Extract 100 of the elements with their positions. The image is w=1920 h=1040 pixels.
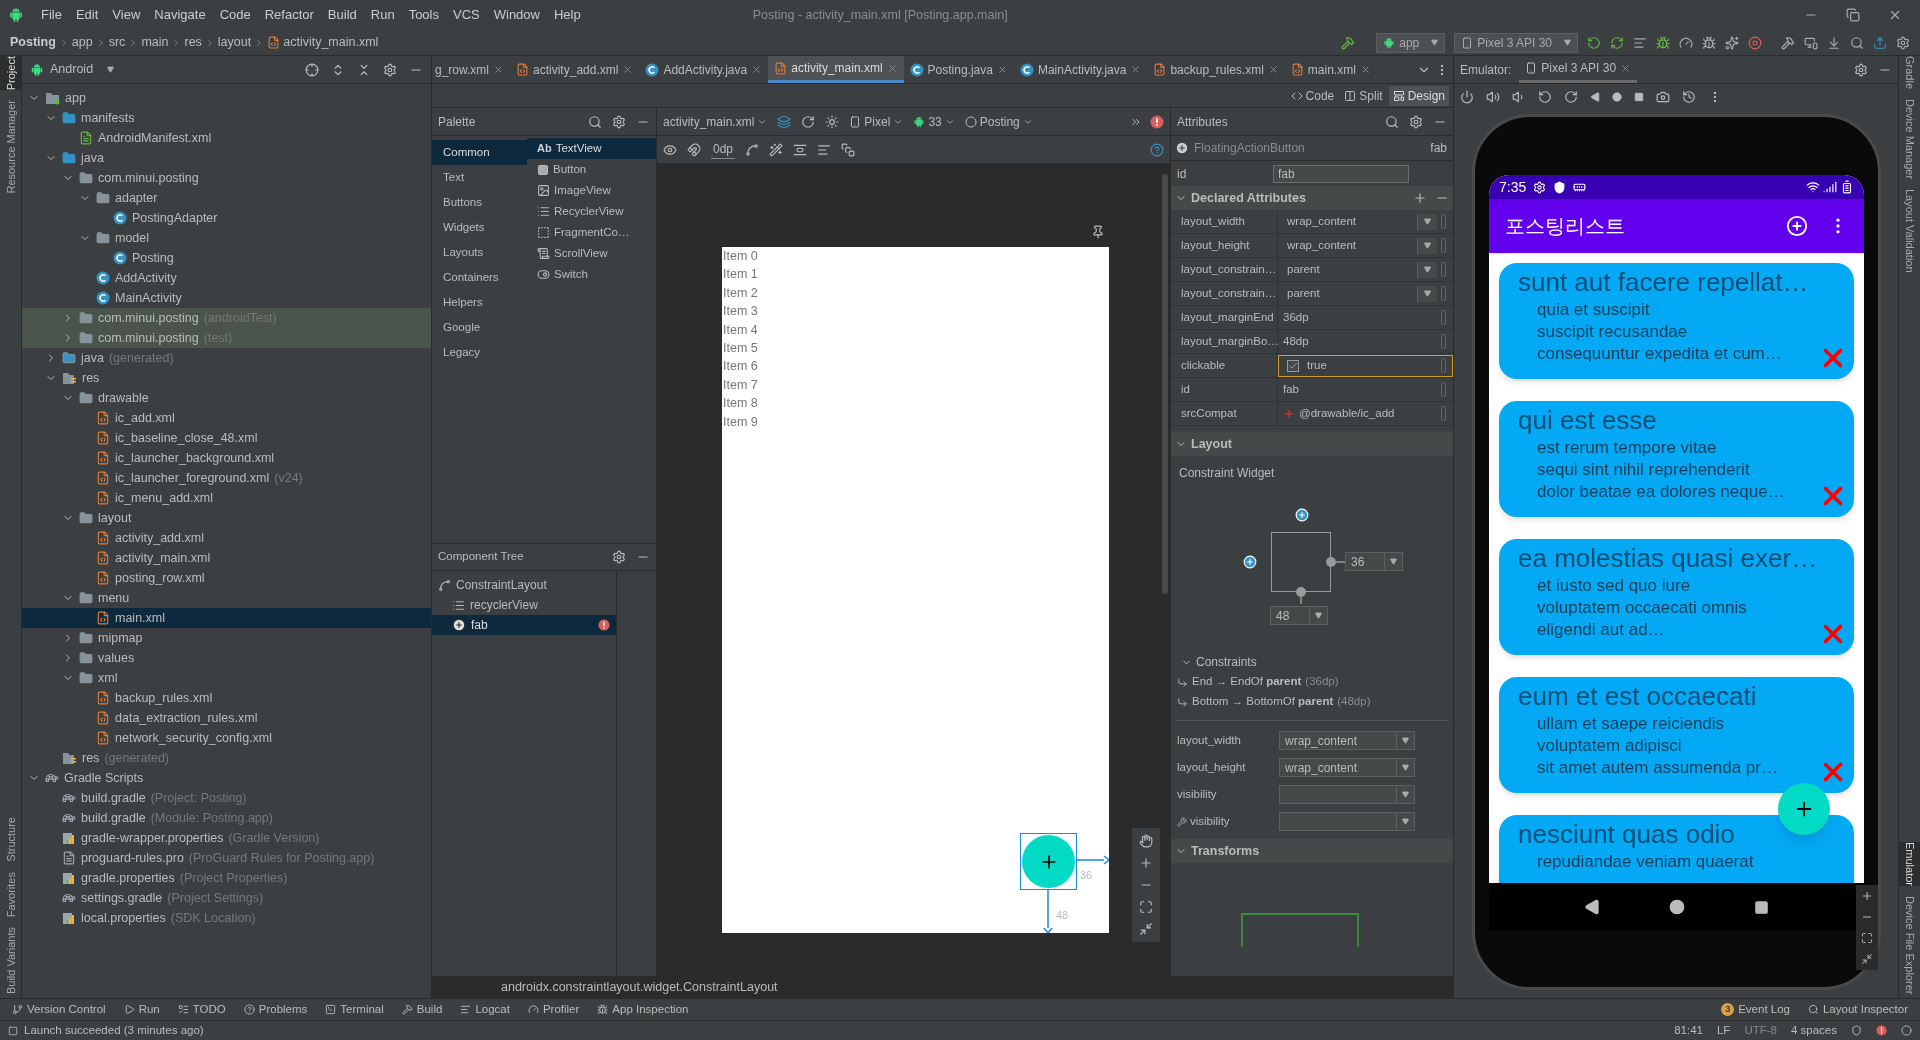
tree-item[interactable]: PostingAdapter (22, 208, 431, 228)
tool-window-button[interactable]: Resource Manager (0, 100, 22, 194)
attribute-value[interactable]: wrap_content (1283, 212, 1413, 231)
attribute-value[interactable]: fab (1283, 380, 1437, 399)
menu-title[interactable]: Build (320, 5, 364, 25)
palette-item[interactable]: RecyclerView (527, 201, 656, 222)
menu-title[interactable]: File (34, 5, 69, 25)
tree-item[interactable]: res (generated) (22, 748, 431, 768)
palette-category[interactable]: Legacy (432, 340, 527, 365)
tree-item[interactable]: res (22, 368, 431, 388)
breadcrumb[interactable]: layout (217, 33, 252, 52)
dropdown-field[interactable]: wrap_content (1279, 731, 1415, 750)
attribute-value[interactable]: true (1307, 356, 1327, 375)
palette-category[interactable]: Text (432, 165, 527, 190)
attribute-value[interactable]: parent (1283, 284, 1413, 303)
tree-item[interactable]: gradle-wrapper.properties (Gradle Version) (22, 828, 431, 848)
editor-tab[interactable]: AddActivity.java (639, 56, 769, 83)
tool-window-button[interactable]: Build Variants (0, 926, 22, 994)
tree-item[interactable]: layout (22, 508, 431, 528)
attribute-value-cell[interactable]: parent (1278, 282, 1453, 305)
tree-item[interactable]: com.minui.posting (22, 168, 431, 188)
menu-title[interactable]: Refactor (257, 5, 321, 25)
palette-category[interactable]: Containers (432, 265, 527, 290)
section-header[interactable]: Layout (1171, 432, 1453, 456)
menu-title[interactable]: VCS (446, 5, 487, 25)
tool-window-button[interactable]: Terminal (325, 1000, 384, 1019)
post-card[interactable]: ea molestias quasi exer… et iusto sed quo iure voluptatem occaecati omnis eligendi aut ad… (1499, 539, 1854, 655)
tree-item[interactable]: Posting (22, 248, 431, 268)
breadcrumb[interactable]: app (71, 33, 93, 52)
tree-item[interactable]: xml (22, 668, 431, 688)
tool-window-button[interactable]: TODO (177, 1000, 226, 1019)
dropdown-field[interactable]: 48 (1270, 606, 1328, 625)
attribute-value-cell[interactable]: 48dp (1278, 330, 1453, 353)
tool-window-button[interactable]: Problems (243, 1000, 308, 1019)
api-level-dropdown[interactable]: 33 (913, 112, 955, 131)
tool-window-button[interactable]: Gradle (1899, 56, 1920, 90)
breadcrumb[interactable]: res (184, 33, 202, 52)
palette-category[interactable]: Widgets (432, 215, 527, 240)
menu-title[interactable]: View (105, 5, 148, 25)
tree-item[interactable]: mipmap (22, 628, 431, 648)
attribute-value[interactable]: parent (1283, 260, 1413, 279)
editor-tab[interactable]: activity_add.xml (510, 56, 640, 83)
attribute-value-cell[interactable]: wrap_content (1278, 234, 1453, 257)
editor-tab[interactable]: g_row.xml (432, 56, 511, 83)
breadcrumb[interactable]: Posting (10, 33, 56, 52)
tree-item[interactable]: data_extraction_rules.xml (22, 708, 431, 728)
breadcrumb[interactable]: src (108, 33, 126, 52)
device-dropdown[interactable]: Pixel 3 API 30 (1454, 32, 1578, 53)
dropdown-field[interactable]: 36 (1345, 552, 1403, 571)
project-view-dropdown[interactable]: Android (50, 60, 115, 79)
palette-item[interactable]: ImageView (527, 180, 656, 201)
menu-title[interactable]: Help (546, 5, 588, 25)
tree-item[interactable]: MainActivity (22, 288, 431, 308)
palette-item[interactable]: FragmentCo… (527, 222, 656, 243)
palette-item[interactable]: Button (527, 159, 656, 180)
view-mode-button[interactable]: Design (1388, 85, 1449, 106)
breadcrumb[interactable]: activity_main.xml (267, 33, 379, 52)
default-margin-dropdown[interactable]: 0dp (711, 140, 736, 159)
device-dropdown[interactable]: Pixel (849, 112, 904, 131)
tree-item[interactable]: proguard-rules.pro (ProGuard Rules for Posting.app) (22, 848, 431, 868)
tree-item[interactable]: java (generated) (22, 348, 431, 368)
palette-category[interactable]: Common (432, 140, 527, 165)
tree-item[interactable]: ic_add.xml (22, 408, 431, 428)
attribute-value[interactable]: @drawable/ic_add (1299, 404, 1437, 423)
post-card[interactable]: nesciunt quas odio repudiandae veniam quaerat (1499, 815, 1854, 883)
attribute-value[interactable]: wrap_content (1283, 236, 1413, 255)
palette-category[interactable]: Layouts (432, 240, 527, 265)
tree-item[interactable]: menu (22, 588, 431, 608)
tree-item[interactable]: activity_main.xml (22, 548, 431, 568)
tree-item[interactable]: network_security_config.xml (22, 728, 431, 748)
tree-item[interactable]: activity_add.xml (22, 528, 431, 548)
tool-window-button[interactable]: 3 Event Log (1721, 1000, 1790, 1019)
layout-file-dropdown[interactable]: activity_main.xml (663, 112, 768, 131)
palette-item[interactable]: ScrollView (527, 243, 656, 264)
tree-item[interactable]: model (22, 228, 431, 248)
tree-item[interactable]: drawable (22, 388, 431, 408)
emulator-tab[interactable]: Pixel 3 API 30 (1519, 56, 1638, 83)
palette-item[interactable]: Ab TextView (527, 138, 656, 159)
tree-item[interactable]: Gradle Scripts (22, 768, 431, 788)
editor-tab[interactable]: main.xml (1284, 56, 1377, 83)
tree-item[interactable]: values (22, 648, 431, 668)
attribute-value-cell[interactable]: true (1278, 354, 1453, 377)
tree-item[interactable]: ic_launcher_background.xml (22, 448, 431, 468)
menu-title[interactable]: Tools (401, 5, 446, 25)
menu-title[interactable]: Window (486, 5, 547, 25)
tree-item[interactable]: ic_baseline_close_48.xml (22, 428, 431, 448)
dropdown-field[interactable]: wrap_content (1279, 758, 1415, 777)
attribute-value[interactable]: 48dp (1283, 332, 1437, 351)
tool-window-button[interactable]: App Inspection (597, 1000, 689, 1019)
tool-window-button[interactable]: Structure (0, 817, 22, 862)
palette-item[interactable]: Switch (527, 264, 656, 285)
component-tree-item[interactable]: recyclerView (432, 595, 616, 615)
attribute-value-cell[interactable]: parent (1278, 258, 1453, 281)
menu-title[interactable]: Code (212, 5, 258, 25)
component-tree-item[interactable]: ConstraintLayout (432, 575, 616, 595)
tree-item[interactable]: app (22, 88, 431, 108)
tool-window-button[interactable]: Run (123, 1000, 160, 1019)
tool-window-button[interactable]: Emulator (1899, 841, 1920, 886)
attribute-value[interactable]: 36dp (1283, 308, 1437, 327)
attribute-value-cell[interactable]: @drawable/ic_add (1278, 402, 1453, 425)
